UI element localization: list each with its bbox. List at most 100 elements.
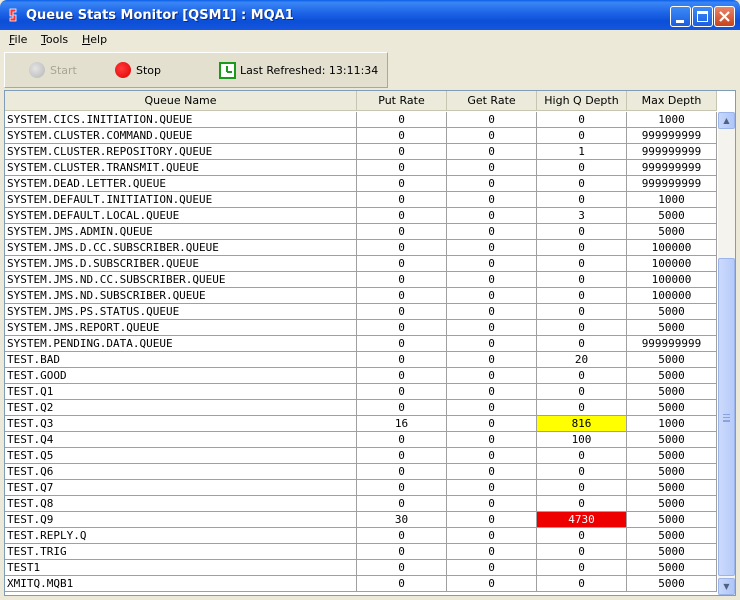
- table-row[interactable]: SYSTEM.JMS.REPORT.QUEUE 0 0 0 5000: [5, 320, 717, 336]
- cell-high-q-depth: 1: [537, 144, 627, 160]
- table-row[interactable]: TEST1 0 0 0 5000: [5, 560, 717, 576]
- start-label: Start: [50, 63, 77, 77]
- menu-tools[interactable]: Tools: [38, 33, 71, 46]
- minimize-button[interactable]: [670, 6, 691, 27]
- cell-max-depth: 5000: [627, 480, 717, 496]
- cell-get-rate: 0: [447, 128, 537, 144]
- cell-put-rate: 0: [357, 320, 447, 336]
- table-row[interactable]: SYSTEM.CLUSTER.COMMAND.QUEUE 0 0 0 999999999: [5, 128, 717, 144]
- cell-queue-name: TEST.Q6: [5, 464, 357, 480]
- cell-high-q-depth: 0: [537, 128, 627, 144]
- cell-max-depth: 5000: [627, 224, 717, 240]
- table-row[interactable]: TEST.TRIG 0 0 0 5000: [5, 544, 717, 560]
- cell-queue-name: SYSTEM.DEAD.LETTER.QUEUE: [5, 176, 357, 192]
- cell-put-rate: 0: [357, 496, 447, 512]
- table-row[interactable]: TEST.Q1 0 0 0 5000: [5, 384, 717, 400]
- scroll-down-button[interactable]: ▼: [718, 578, 735, 595]
- cell-get-rate: 0: [447, 528, 537, 544]
- table-row[interactable]: TEST.GOOD 0 0 0 5000: [5, 368, 717, 384]
- maximize-icon: [697, 11, 708, 22]
- table-row[interactable]: TEST.REPLY.Q 0 0 0 5000: [5, 528, 717, 544]
- menu-file[interactable]: File: [6, 33, 30, 46]
- table-row[interactable]: SYSTEM.PENDING.DATA.QUEUE 0 0 0 999999999: [5, 336, 717, 352]
- cell-max-depth: 5000: [627, 304, 717, 320]
- cell-max-depth: 999999999: [627, 144, 717, 160]
- cell-get-rate: 0: [447, 304, 537, 320]
- table-row[interactable]: TEST.Q9 30 0 4730 5000: [5, 512, 717, 528]
- cell-put-rate: 16: [357, 416, 447, 432]
- cell-queue-name: SYSTEM.JMS.PS.STATUS.QUEUE: [5, 304, 357, 320]
- cell-get-rate: 0: [447, 416, 537, 432]
- column-header-put-rate[interactable]: Put Rate: [357, 91, 447, 110]
- cell-queue-name: SYSTEM.JMS.ND.SUBSCRIBER.QUEUE: [5, 288, 357, 304]
- column-header-max-depth[interactable]: Max Depth: [627, 91, 717, 110]
- title-bar[interactable]: Queue Stats Monitor [QSM1] : MQA1: [0, 0, 740, 30]
- close-button[interactable]: [714, 6, 735, 27]
- table-row[interactable]: TEST.Q4 0 0 100 5000: [5, 432, 717, 448]
- arrow-down-icon: ▼: [723, 582, 730, 591]
- cell-put-rate: 0: [357, 144, 447, 160]
- cell-put-rate: 0: [357, 192, 447, 208]
- cell-high-q-depth: 0: [537, 112, 627, 128]
- column-header-queue-name[interactable]: Queue Name: [5, 91, 357, 110]
- cell-max-depth: 5000: [627, 512, 717, 528]
- cell-high-q-depth: 0: [537, 496, 627, 512]
- table-row[interactable]: SYSTEM.JMS.ND.CC.SUBSCRIBER.QUEUE 0 0 0 1000…: [5, 272, 717, 288]
- cell-queue-name: TEST1: [5, 560, 357, 576]
- scrollbar-thumb[interactable]: [718, 258, 735, 576]
- cell-max-depth: 5000: [627, 208, 717, 224]
- cell-put-rate: 0: [357, 336, 447, 352]
- stop-button[interactable]: Stop: [115, 62, 161, 78]
- cell-max-depth: 5000: [627, 576, 717, 592]
- table-row[interactable]: SYSTEM.JMS.PS.STATUS.QUEUE 0 0 0 5000: [5, 304, 717, 320]
- vertical-scrollbar[interactable]: ▲ ▼: [718, 112, 735, 595]
- table-row[interactable]: SYSTEM.CLUSTER.TRANSMIT.QUEUE 0 0 0 99999999…: [5, 160, 717, 176]
- menu-help[interactable]: Help: [79, 33, 110, 46]
- table-row[interactable]: TEST.Q6 0 0 0 5000: [5, 464, 717, 480]
- cell-high-q-depth: 100: [537, 432, 627, 448]
- table-row[interactable]: XMITQ.MQB1 0 0 0 5000: [5, 576, 717, 592]
- cell-max-depth: 100000: [627, 288, 717, 304]
- column-header-high-q-depth[interactable]: High Q Depth: [537, 91, 627, 110]
- table-row[interactable]: TEST.Q7 0 0 0 5000: [5, 480, 717, 496]
- table-row[interactable]: TEST.Q2 0 0 0 5000: [5, 400, 717, 416]
- cell-get-rate: 0: [447, 384, 537, 400]
- table-row[interactable]: SYSTEM.CICS.INITIATION.QUEUE 0 0 0 1000: [5, 112, 717, 128]
- table-row[interactable]: SYSTEM.CLUSTER.REPOSITORY.QUEUE 0 0 1 999999…: [5, 144, 717, 160]
- cell-put-rate: 0: [357, 480, 447, 496]
- table-row[interactable]: SYSTEM.JMS.D.CC.SUBSCRIBER.QUEUE 0 0 0 10000…: [5, 240, 717, 256]
- cell-put-rate: 0: [357, 368, 447, 384]
- table-row[interactable]: TEST.Q8 0 0 0 5000: [5, 496, 717, 512]
- table-row[interactable]: SYSTEM.DEFAULT.INITIATION.QUEUE 0 0 0 1000: [5, 192, 717, 208]
- table-row[interactable]: TEST.Q3 16 0 816 1000: [5, 416, 717, 432]
- scroll-up-button[interactable]: ▲: [718, 112, 735, 129]
- cell-get-rate: 0: [447, 256, 537, 272]
- table-row[interactable]: SYSTEM.DEAD.LETTER.QUEUE 0 0 0 999999999: [5, 176, 717, 192]
- cell-queue-name: SYSTEM.DEFAULT.INITIATION.QUEUE: [5, 192, 357, 208]
- cell-queue-name: TEST.TRIG: [5, 544, 357, 560]
- table-row[interactable]: SYSTEM.DEFAULT.LOCAL.QUEUE 0 0 3 5000: [5, 208, 717, 224]
- table-row[interactable]: SYSTEM.JMS.ND.SUBSCRIBER.QUEUE 0 0 0 100000: [5, 288, 717, 304]
- table-row[interactable]: SYSTEM.JMS.D.SUBSCRIBER.QUEUE 0 0 0 100000: [5, 256, 717, 272]
- table-body: SYSTEM.CICS.INITIATION.QUEUE 0 0 0 1000 SYSTE…: [5, 112, 717, 592]
- cell-get-rate: 0: [447, 320, 537, 336]
- column-header-get-rate[interactable]: Get Rate: [447, 91, 537, 110]
- cell-queue-name: TEST.REPLY.Q: [5, 528, 357, 544]
- start-button[interactable]: Start: [29, 62, 77, 78]
- cell-max-depth: 5000: [627, 432, 717, 448]
- table-row[interactable]: TEST.Q5 0 0 0 5000: [5, 448, 717, 464]
- cell-put-rate: 0: [357, 576, 447, 592]
- cell-high-q-depth: 0: [537, 576, 627, 592]
- cell-queue-name: SYSTEM.CLUSTER.REPOSITORY.QUEUE: [5, 144, 357, 160]
- cell-max-depth: 999999999: [627, 176, 717, 192]
- cell-max-depth: 5000: [627, 384, 717, 400]
- cell-put-rate: 0: [357, 256, 447, 272]
- cell-queue-name: TEST.Q8: [5, 496, 357, 512]
- cell-high-q-depth: 0: [537, 320, 627, 336]
- table-row[interactable]: TEST.BAD 0 0 20 5000: [5, 352, 717, 368]
- table-row[interactable]: SYSTEM.JMS.ADMIN.QUEUE 0 0 0 5000: [5, 224, 717, 240]
- maximize-button[interactable]: [692, 6, 713, 27]
- cell-get-rate: 0: [447, 224, 537, 240]
- cell-get-rate: 0: [447, 464, 537, 480]
- cell-queue-name: TEST.Q1: [5, 384, 357, 400]
